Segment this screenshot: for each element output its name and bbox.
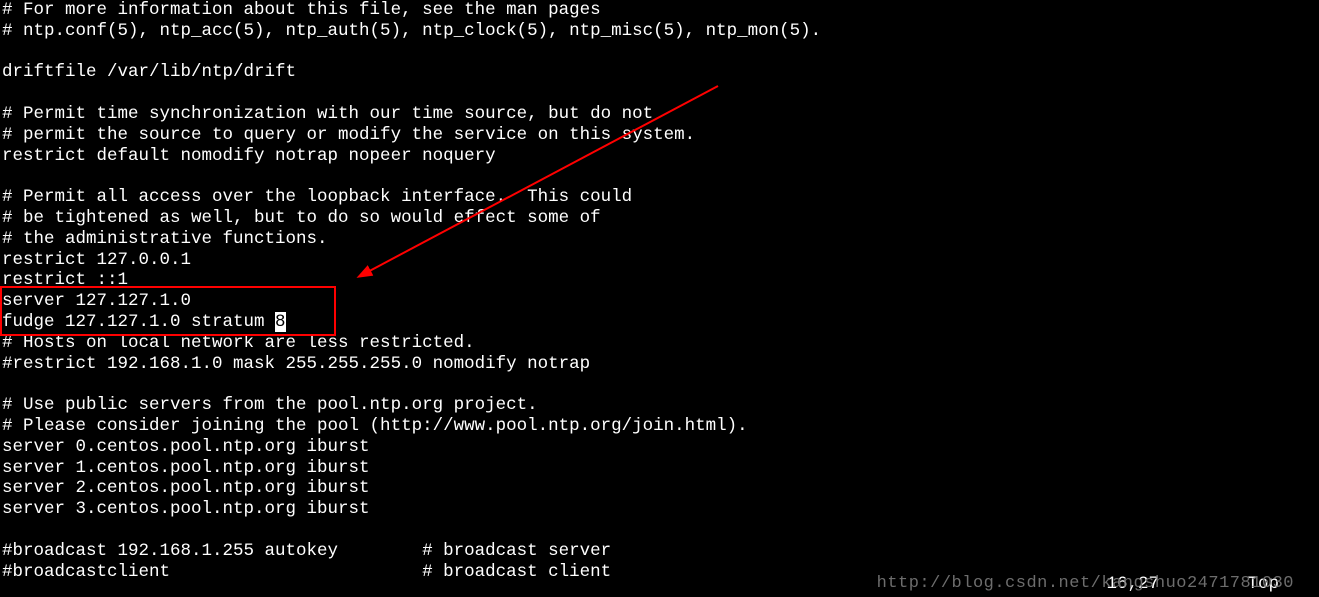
terminal-line: server 3.centos.pool.ntp.org iburst <box>2 499 1317 520</box>
terminal-line: #restrict 192.168.1.0 mask 255.255.255.0… <box>2 354 1317 375</box>
terminal-line: # permit the source to query or modify t… <box>2 125 1317 146</box>
terminal-line: fudge 127.127.1.0 stratum 8 <box>2 312 1317 333</box>
text-cursor: 8 <box>275 312 286 332</box>
terminal-view[interactable]: # For more information about this file, … <box>0 0 1319 597</box>
terminal-line: server 1.centos.pool.ntp.org iburst <box>2 458 1317 479</box>
terminal-line: server 127.127.1.0 <box>2 291 1317 312</box>
terminal-line: #broadcast 192.168.1.255 autokey # broad… <box>2 541 1317 562</box>
terminal-line: restrict 127.0.0.1 <box>2 250 1317 271</box>
terminal-line: # Permit time synchronization with our t… <box>2 104 1317 125</box>
terminal-line: # Permit all access over the loopback in… <box>2 187 1317 208</box>
terminal-line: # Please consider joining the pool (http… <box>2 416 1317 437</box>
terminal-line <box>2 520 1317 541</box>
terminal-line: server 2.centos.pool.ntp.org iburst <box>2 478 1317 499</box>
terminal-line: # ntp.conf(5), ntp_acc(5), ntp_auth(5), … <box>2 21 1317 42</box>
terminal-line: driftfile /var/lib/ntp/drift <box>2 62 1317 83</box>
terminal-line: server 0.centos.pool.ntp.org iburst <box>2 437 1317 458</box>
terminal-line <box>2 83 1317 104</box>
terminal-line <box>2 166 1317 187</box>
terminal-line: # the administrative functions. <box>2 229 1317 250</box>
terminal-line: # Use public servers from the pool.ntp.o… <box>2 395 1317 416</box>
terminal-line: # Hosts on local network are less restri… <box>2 333 1317 354</box>
terminal-line: # For more information about this file, … <box>2 0 1317 21</box>
cursor-position-indicator: 16,27 <box>1106 574 1159 595</box>
terminal-line: restrict default nomodify notrap nopeer … <box>2 146 1317 167</box>
terminal-line <box>2 42 1317 63</box>
terminal-line: # be tightened as well, but to do so wou… <box>2 208 1317 229</box>
editor-status-bar: 16,27 Top <box>0 575 1319 597</box>
terminal-line <box>2 374 1317 395</box>
scroll-position-indicator: Top <box>1247 574 1279 595</box>
terminal-line: restrict ::1 <box>2 270 1317 291</box>
